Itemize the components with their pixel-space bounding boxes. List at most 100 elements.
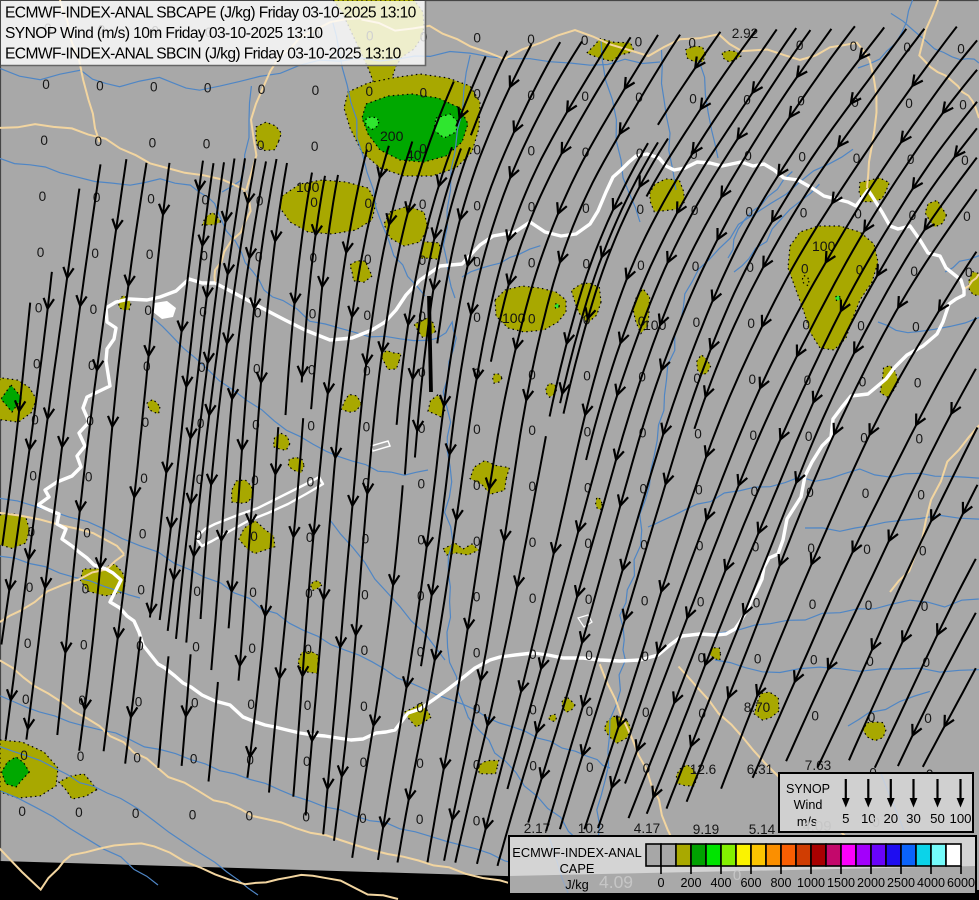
- svg-text:200: 200: [680, 876, 701, 890]
- svg-text:0: 0: [247, 697, 255, 712]
- svg-text:0: 0: [139, 527, 147, 542]
- svg-text:0: 0: [191, 696, 199, 711]
- svg-text:ECMWF-INDEX-ANAL SBCAPE (J/kg): ECMWF-INDEX-ANAL SBCAPE (J/kg) Friday 03…: [5, 5, 417, 22]
- svg-text:0: 0: [312, 83, 320, 98]
- svg-text:0: 0: [80, 637, 88, 652]
- svg-text:J/kg: J/kg: [565, 877, 588, 892]
- svg-text:0: 0: [361, 643, 369, 658]
- svg-text:0: 0: [749, 372, 757, 387]
- svg-text:0: 0: [96, 78, 104, 93]
- svg-text:0: 0: [872, 814, 880, 830]
- svg-text:0: 0: [697, 594, 705, 609]
- svg-text:0: 0: [473, 646, 481, 661]
- svg-text:9.19: 9.19: [693, 822, 719, 837]
- svg-text:ECMWF-INDEX-ANAL SBCIN (J/kg): ECMWF-INDEX-ANAL SBCIN (J/kg) Friday 03-…: [5, 46, 402, 63]
- svg-text:0: 0: [747, 316, 755, 331]
- svg-text:0: 0: [657, 876, 664, 890]
- svg-text:0: 0: [583, 369, 591, 384]
- svg-text:0: 0: [91, 246, 99, 261]
- svg-text:5.14: 5.14: [749, 822, 776, 837]
- svg-text:0: 0: [135, 694, 143, 709]
- svg-text:0: 0: [360, 699, 368, 714]
- svg-text:0: 0: [137, 583, 145, 598]
- svg-text:0: 0: [473, 87, 481, 102]
- svg-text:6000: 6000: [947, 876, 975, 890]
- svg-text:0: 0: [364, 252, 372, 267]
- svg-text:0: 0: [246, 809, 254, 824]
- svg-text:20: 20: [883, 811, 898, 826]
- svg-text:50: 50: [930, 811, 945, 826]
- svg-text:0: 0: [311, 139, 319, 154]
- svg-text:0: 0: [189, 807, 197, 822]
- svg-text:0: 0: [963, 209, 971, 224]
- svg-text:0: 0: [635, 34, 643, 49]
- svg-text:ECMWF-INDEX-ANAL: ECMWF-INDEX-ANAL: [512, 845, 641, 860]
- svg-text:0: 0: [359, 811, 367, 826]
- svg-text:0: 0: [257, 138, 265, 153]
- svg-text:0: 0: [132, 806, 140, 821]
- svg-text:SYNOP: SYNOP: [786, 782, 830, 796]
- svg-text:0: 0: [802, 317, 810, 332]
- svg-text:0: 0: [916, 432, 924, 447]
- svg-text:SYNOP Wind (m/s) 10m Friday 03: SYNOP Wind (m/s) 10m Friday 03-10-2025 1…: [5, 25, 323, 42]
- svg-text:0: 0: [363, 420, 371, 435]
- svg-text:0: 0: [581, 33, 589, 48]
- svg-text:0: 0: [641, 593, 649, 608]
- svg-text:6.31: 6.31: [747, 762, 773, 777]
- svg-text:0: 0: [29, 468, 37, 483]
- svg-text:0: 0: [473, 198, 481, 213]
- svg-text:0: 0: [529, 535, 537, 550]
- svg-text:0: 0: [20, 748, 28, 763]
- svg-text:0: 0: [203, 137, 211, 152]
- svg-text:5: 5: [842, 811, 849, 826]
- svg-text:0: 0: [754, 652, 762, 667]
- svg-text:4.17: 4.17: [634, 821, 660, 836]
- svg-text:0: 0: [75, 805, 83, 820]
- svg-text:0: 0: [584, 424, 592, 439]
- svg-text:0: 0: [149, 135, 157, 150]
- svg-text:0: 0: [693, 315, 701, 330]
- svg-text:0: 0: [193, 584, 201, 599]
- svg-text:0: 0: [248, 641, 256, 656]
- svg-text:0: 0: [307, 474, 315, 489]
- svg-text:0: 0: [419, 197, 427, 212]
- svg-text:0: 0: [39, 189, 47, 204]
- svg-text:0: 0: [77, 749, 85, 764]
- svg-text:0: 0: [307, 418, 315, 433]
- svg-text:0: 0: [420, 85, 428, 100]
- svg-text:0: 0: [366, 84, 374, 99]
- svg-text:CAPE: CAPE: [560, 861, 595, 876]
- svg-text:0: 0: [865, 598, 873, 613]
- svg-text:0: 0: [528, 423, 536, 438]
- svg-text:4000: 4000: [917, 876, 945, 890]
- svg-text:0: 0: [473, 310, 481, 325]
- svg-text:0: 0: [637, 202, 645, 217]
- svg-text:0: 0: [798, 150, 806, 165]
- svg-text:2500: 2500: [887, 876, 915, 890]
- svg-text:0: 0: [144, 303, 152, 318]
- svg-text:0: 0: [361, 587, 369, 602]
- svg-text:0: 0: [924, 711, 932, 726]
- svg-text:0: 0: [304, 698, 312, 713]
- svg-text:2000: 2000: [857, 876, 885, 890]
- svg-text:0: 0: [85, 470, 93, 485]
- svg-text:0: 0: [957, 41, 965, 56]
- svg-text:0: 0: [863, 542, 871, 557]
- svg-text:100: 100: [949, 811, 971, 826]
- svg-text:0: 0: [528, 311, 536, 326]
- svg-text:0: 0: [473, 478, 481, 493]
- svg-text:0: 0: [753, 596, 761, 611]
- svg-text:0: 0: [733, 867, 741, 884]
- svg-text:0: 0: [473, 813, 481, 828]
- svg-text:0: 0: [26, 580, 34, 595]
- svg-text:0: 0: [95, 134, 103, 149]
- svg-text:0: 0: [258, 82, 266, 97]
- svg-text:0: 0: [416, 700, 424, 715]
- svg-text:0: 0: [416, 812, 424, 827]
- svg-text:0: 0: [917, 487, 925, 502]
- svg-text:0: 0: [24, 636, 32, 651]
- svg-text:0: 0: [146, 247, 154, 262]
- svg-text:0: 0: [585, 592, 593, 607]
- svg-text:0: 0: [586, 760, 594, 775]
- svg-text:0: 0: [473, 31, 481, 46]
